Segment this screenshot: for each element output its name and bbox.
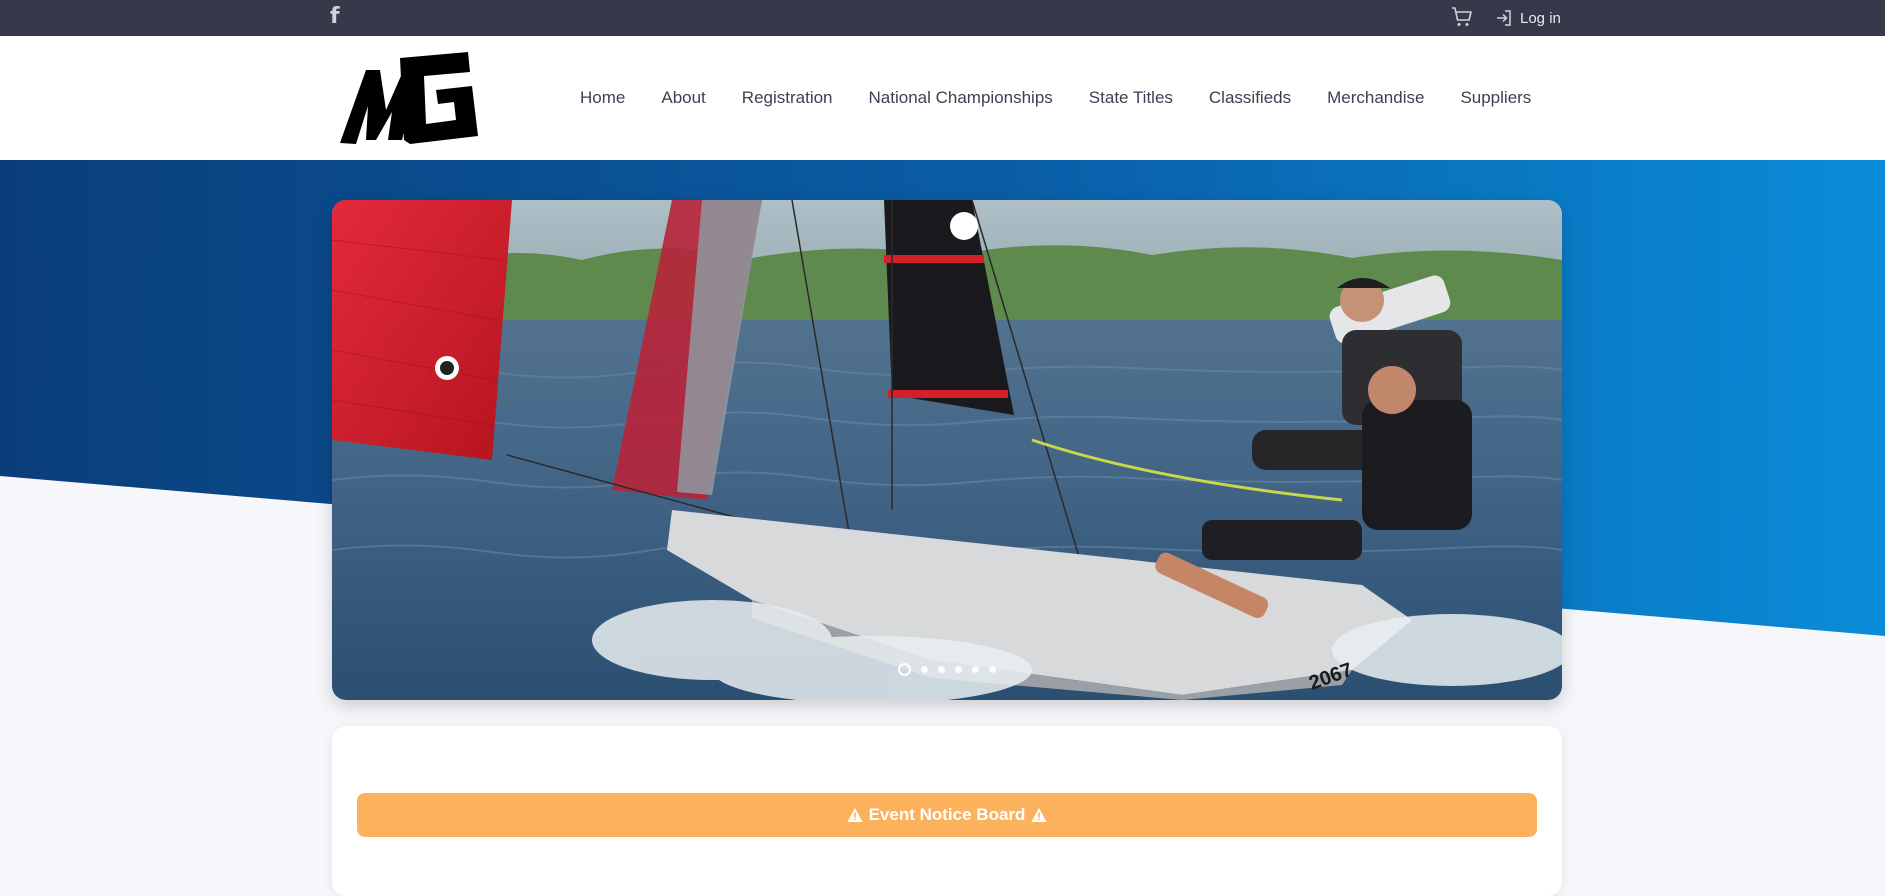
main-nav: Home About Registration National Champio… [562,36,1549,160]
slider-dot-2[interactable] [921,666,928,673]
nav-national-championships[interactable]: National Championships [851,88,1071,108]
slider-dot-3[interactable] [938,666,945,673]
sailing-photo: 2067 [332,200,1562,700]
slider-dots [332,663,1562,676]
site-header: Home About Registration National Champio… [0,36,1885,160]
site-logo[interactable] [338,48,494,148]
nav-state-titles[interactable]: State Titles [1071,88,1191,108]
event-notice-board-button[interactable]: Event Notice Board [357,793,1537,837]
login-icon [1497,10,1511,26]
nav-registration[interactable]: Registration [724,88,851,108]
nav-home[interactable]: Home [562,88,643,108]
content-card: Event Notice Board [332,726,1562,896]
nav-about[interactable]: About [643,88,723,108]
slider-dot-5[interactable] [972,666,979,673]
slider-dot-6[interactable] [989,666,996,673]
facebook-icon[interactable]: f [330,5,348,29]
warning-triangle-icon [847,808,863,822]
event-notice-board-label: Event Notice Board [868,805,1026,824]
slider-dot-4[interactable] [955,666,962,673]
hero-slider[interactable]: 2067 [332,200,1562,700]
slider-dot-1[interactable] [898,663,911,676]
nav-classifieds[interactable]: Classifieds [1191,88,1309,108]
top-bar: f Log in [0,0,1885,36]
login-link[interactable]: Log in [1494,6,1561,30]
login-label: Log in [1520,9,1561,27]
nav-merchandise[interactable]: Merchandise [1309,88,1442,108]
warning-triangle-icon [1031,808,1047,822]
nav-suppliers[interactable]: Suppliers [1442,88,1549,108]
cart-icon[interactable] [1450,5,1474,29]
